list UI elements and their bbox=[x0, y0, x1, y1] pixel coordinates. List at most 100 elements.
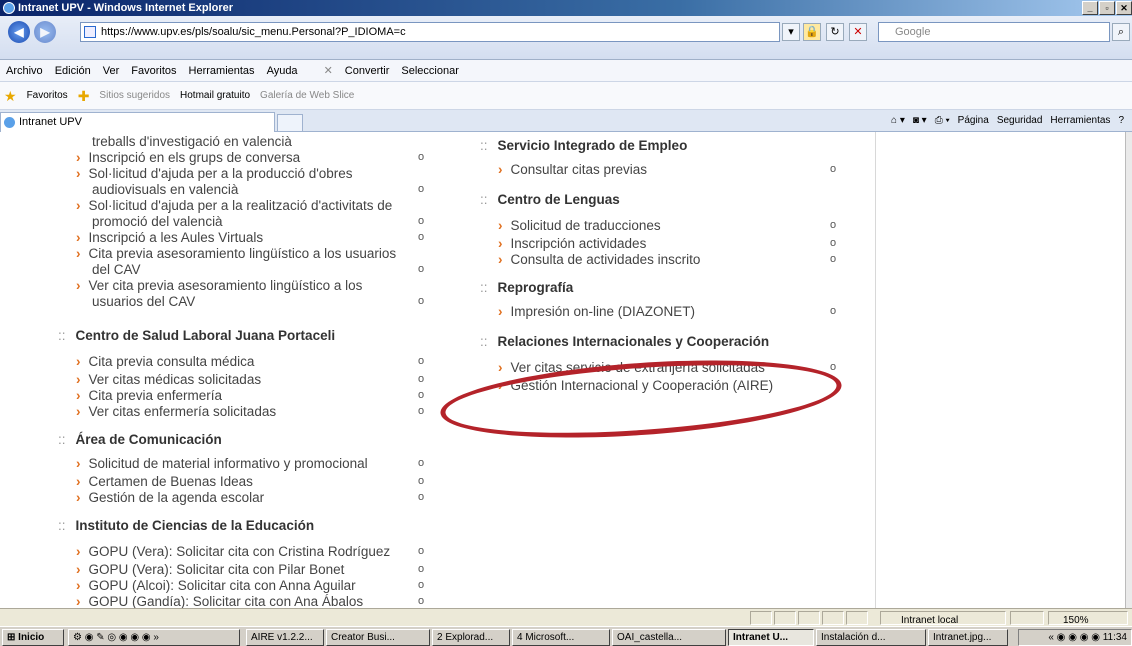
salud-link[interactable]: › Ver citas enfermería solicitadas bbox=[76, 404, 276, 419]
item-label: Impresión on-line (DIAZONET) bbox=[510, 304, 696, 319]
taskbar-item[interactable]: Intranet.jpg... bbox=[928, 629, 1008, 646]
left-link[interactable]: promoció del valencià bbox=[92, 214, 223, 229]
dropdown-icon[interactable]: ▾ bbox=[782, 23, 800, 41]
favorites-button[interactable]: Favoritos bbox=[27, 82, 68, 110]
menu-herramientas[interactable]: Herramientas bbox=[189, 60, 255, 81]
ice-link[interactable]: › GOPU (Gandía): Solicitar cita con Ana Á… bbox=[76, 594, 363, 608]
window-titlebar: Intranet UPV - Windows Internet Explorer… bbox=[0, 0, 1132, 16]
address-bar[interactable]: https://www.upv.es/pls/soalu/sic_menu.Pe… bbox=[80, 22, 780, 42]
search-icon[interactable]: ⌕ bbox=[1112, 23, 1130, 41]
comunicacion-link[interactable]: › Solicitud de material informativo y pro… bbox=[76, 456, 368, 471]
minimize-button[interactable]: _ bbox=[1082, 1, 1098, 15]
status-zone: Intranet local bbox=[880, 611, 1006, 626]
start-label: Inicio bbox=[18, 632, 45, 643]
lock-icon[interactable]: 🔒 bbox=[803, 23, 821, 41]
tray-icons[interactable]: « ◉ ◉ ◉ ◉ bbox=[1048, 632, 1102, 643]
taskbar-item[interactable]: Intranet U... bbox=[728, 629, 814, 646]
zoom-control[interactable]: 150% bbox=[1048, 611, 1128, 626]
home-icon[interactable]: ⌂ ▾ bbox=[891, 112, 905, 130]
taskbar-item-label: AIRE v1.2.2... bbox=[251, 632, 313, 643]
left-link[interactable]: › Ver cita previa asesoramiento lingüísti… bbox=[76, 278, 362, 293]
menu-archivo[interactable]: Archivo bbox=[6, 60, 43, 81]
bullet-circle-icon: o bbox=[418, 263, 425, 275]
print-icon[interactable]: ⎙ ▾ bbox=[935, 112, 950, 130]
taskbar-item-label: 4 Microsoft... bbox=[517, 632, 575, 643]
arrow-icon: › bbox=[498, 236, 503, 251]
left-link[interactable]: › Sol·licitud d'ajuda per a la realitzaci… bbox=[76, 198, 392, 213]
search-input[interactable]: Google bbox=[878, 22, 1110, 42]
salud-link[interactable]: › Cita previa consulta médica bbox=[76, 354, 254, 369]
menu-ver[interactable]: Ver bbox=[103, 60, 120, 81]
section-lenguas: :: Centro de Lenguas bbox=[480, 192, 620, 207]
lenguas-link[interactable]: › Consulta de actividades inscrito bbox=[498, 252, 700, 267]
seleccionar-button[interactable]: Seleccionar bbox=[401, 60, 458, 81]
status-cell bbox=[822, 611, 844, 625]
close-button[interactable]: ✕ bbox=[1116, 1, 1132, 15]
reprografia-link[interactable]: › Impresión on-line (DIAZONET) bbox=[498, 304, 695, 319]
forward-button[interactable]: ▶ bbox=[34, 21, 56, 43]
taskbar-item[interactable]: AIRE v1.2.2... bbox=[246, 629, 324, 646]
menu-ayuda[interactable]: Ayuda bbox=[267, 60, 298, 81]
lenguas-link[interactable]: › Inscripción actividades bbox=[498, 236, 646, 251]
stop-icon[interactable]: ✕ bbox=[849, 23, 867, 41]
taskbar-item-label: Creator Busi... bbox=[331, 632, 395, 643]
comunicacion-link[interactable]: › Certamen de Buenas Ideas bbox=[76, 474, 253, 489]
left-link[interactable]: › Cita previa asesoramiento lingüístico a… bbox=[76, 246, 396, 261]
refresh-icon[interactable]: ↻ bbox=[826, 23, 844, 41]
cmd-pagina[interactable]: Página bbox=[958, 112, 989, 130]
cmd-seguridad[interactable]: Seguridad bbox=[997, 112, 1043, 130]
arrow-icon: › bbox=[498, 218, 503, 233]
taskbar-item[interactable]: Creator Busi... bbox=[326, 629, 430, 646]
favorites-star-icon: ★ bbox=[4, 87, 17, 104]
help-icon[interactable]: ? bbox=[1118, 112, 1124, 130]
protected-mode-icon[interactable] bbox=[1010, 611, 1044, 625]
left-link[interactable]: › Inscripció en els grups de conversa bbox=[76, 150, 300, 165]
left-link[interactable]: audiovisuals en valencià bbox=[92, 182, 238, 197]
item-label: Ver citas médicas solicitadas bbox=[88, 372, 262, 387]
search-placeholder: Google bbox=[895, 26, 931, 38]
ice-link[interactable]: › GOPU (Vera): Solicitar cita con Pilar B… bbox=[76, 562, 344, 577]
ice-link[interactable]: › GOPU (Vera): Solicitar cita con Cristin… bbox=[76, 544, 390, 559]
feeds-icon[interactable]: ◙ ▾ bbox=[913, 112, 927, 130]
taskbar-item[interactable]: 4 Microsoft... bbox=[512, 629, 610, 646]
left-link[interactable]: usuarios del CAV bbox=[92, 294, 195, 309]
salud-link[interactable]: › Cita previa enfermería bbox=[76, 388, 222, 403]
item-label: GOPU (Gandía): Solicitar cita con Ana Áb… bbox=[88, 594, 364, 608]
vertical-scrollbar[interactable] bbox=[1125, 132, 1132, 608]
menu-bar: Archivo Edición Ver Favoritos Herramient… bbox=[0, 60, 1132, 82]
new-tab-button[interactable] bbox=[277, 114, 303, 132]
taskbar-item[interactable]: Instalación d... bbox=[816, 629, 926, 646]
address-url: https://www.upv.es/pls/soalu/sic_menu.Pe… bbox=[101, 26, 406, 38]
fav-sitios-sugeridos[interactable]: Sitios sugeridos bbox=[99, 82, 170, 110]
close-icon[interactable]: ✕ bbox=[324, 60, 333, 81]
ice-link[interactable]: › GOPU (Alcoi): Solicitar cita con Anna A… bbox=[76, 578, 356, 593]
cmd-herramientas[interactable]: Herramientas bbox=[1050, 112, 1110, 130]
fav-hotmail[interactable]: Hotmail gratuito bbox=[180, 82, 250, 110]
item-label: promoció del valencià bbox=[92, 214, 223, 229]
fav-web-slice[interactable]: Galería de Web Slice bbox=[260, 82, 354, 110]
taskbar-item[interactable]: 2 Explorad... bbox=[432, 629, 510, 646]
start-button[interactable]: ⊞ Inicio bbox=[2, 629, 64, 646]
salud-link[interactable]: › Ver citas médicas solicitadas bbox=[76, 372, 261, 387]
empleo-link[interactable]: › Consultar citas previas bbox=[498, 162, 647, 177]
left-link[interactable]: › Sol·licitud d'ajuda per a la producció … bbox=[76, 166, 353, 181]
left-link[interactable]: › Inscripció a les Aules Virtuals bbox=[76, 230, 263, 245]
quick-launch[interactable]: ⚙ ◉ ✎ ◎ ◉ ◉ ◉ » bbox=[68, 629, 240, 646]
bullet-circle-icon: o bbox=[418, 475, 425, 487]
add-favorite-icon[interactable]: ✚ bbox=[78, 82, 90, 110]
convertir-button[interactable]: Convertir bbox=[345, 60, 390, 81]
comunicacion-link[interactable]: › Gestión de la agenda escolar bbox=[76, 490, 264, 505]
restore-button[interactable]: ▫ bbox=[1099, 1, 1115, 15]
item-label: Sol·licitud d'ajuda per a la realització… bbox=[88, 198, 393, 213]
back-button[interactable]: ◀ bbox=[8, 21, 30, 43]
lenguas-link[interactable]: › Solicitud de traducciones bbox=[498, 218, 661, 233]
left-link[interactable]: del CAV bbox=[92, 262, 141, 277]
menu-edicion[interactable]: Edición bbox=[55, 60, 91, 81]
arrow-icon: › bbox=[498, 162, 503, 177]
tab-intranet-upv[interactable]: Intranet UPV bbox=[0, 112, 275, 132]
menu-favoritos[interactable]: Favoritos bbox=[131, 60, 176, 81]
window-controls: _ ▫ ✕ bbox=[1082, 1, 1132, 15]
taskbar-item[interactable]: OAI_castella... bbox=[612, 629, 726, 646]
item-label: GOPU (Vera): Solicitar cita con Pilar Bo… bbox=[88, 562, 345, 577]
left-link[interactable]: treballs d'investigació en valencià bbox=[92, 134, 292, 149]
